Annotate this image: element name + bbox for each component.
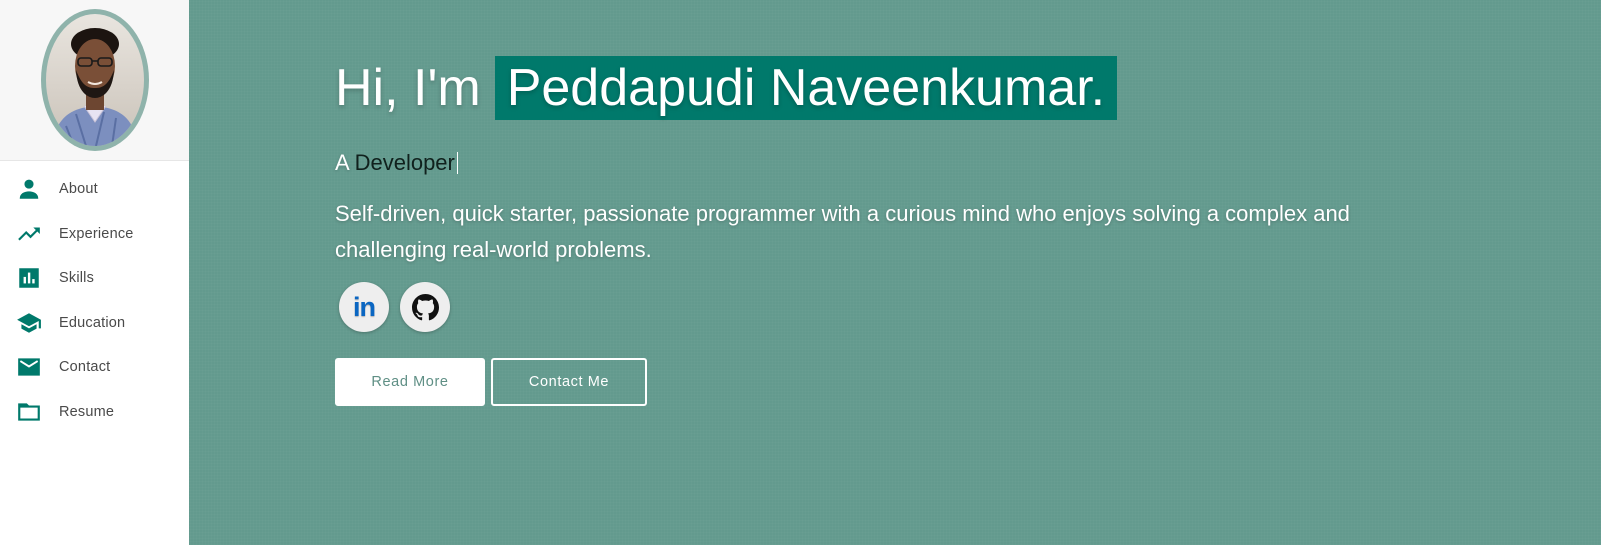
read-more-button[interactable]: Read More (335, 358, 485, 406)
trending-up-icon (16, 221, 42, 247)
mail-icon (16, 354, 42, 380)
typed-role: A Developer (335, 150, 1435, 176)
sidebar-item-contact[interactable]: Contact (0, 345, 189, 390)
profile-header (0, 0, 189, 161)
contact-me-button[interactable]: Contact Me (491, 358, 647, 406)
hero-heading: Hi, I'm Peddapudi Naveenkumar. (335, 56, 1435, 120)
sidebar: About Experience Skills Education Contac… (0, 0, 189, 545)
sidebar-item-education[interactable]: Education (0, 301, 189, 346)
graduation-cap-icon (16, 310, 42, 336)
person-icon (16, 176, 42, 202)
sidebar-nav: About Experience Skills Education Contac… (0, 161, 189, 434)
hero-section: Hi, I'm Peddapudi Naveenkumar. A Develop… (189, 0, 1601, 545)
hero-content: Hi, I'm Peddapudi Naveenkumar. A Develop… (335, 56, 1435, 406)
social-links: in (339, 282, 1435, 332)
github-icon (411, 293, 439, 320)
sidebar-item-label: Experience (59, 225, 134, 242)
typed-prefix: A (335, 150, 349, 175)
sidebar-item-about[interactable]: About (0, 167, 189, 212)
name-highlight: Peddapudi Naveenkumar. (494, 56, 1118, 120)
sidebar-item-experience[interactable]: Experience (0, 212, 189, 257)
sidebar-item-label: Contact (59, 359, 111, 376)
sidebar-item-label: Education (59, 314, 126, 331)
bar-chart-icon (16, 265, 42, 291)
linkedin-button[interactable]: in (339, 282, 389, 332)
sidebar-item-skills[interactable]: Skills (0, 256, 189, 301)
bio-text: Self-driven, quick starter, passionate p… (335, 201, 1350, 262)
sidebar-item-resume[interactable]: Resume (0, 390, 189, 435)
github-button[interactable] (400, 282, 450, 332)
typed-word: Developer (354, 150, 455, 175)
folder-icon (16, 399, 42, 425)
linkedin-icon: in (353, 291, 376, 322)
avatar (45, 14, 144, 146)
avatar-frame (40, 9, 149, 151)
greeting-text: Hi, I'm (335, 59, 481, 117)
avatar-portrait (51, 28, 138, 146)
hero-actions: Read More Contact Me (335, 358, 1435, 406)
sidebar-item-label: Resume (59, 403, 115, 420)
sidebar-item-label: About (59, 181, 98, 198)
typing-cursor (456, 152, 458, 174)
sidebar-item-label: Skills (59, 270, 95, 287)
